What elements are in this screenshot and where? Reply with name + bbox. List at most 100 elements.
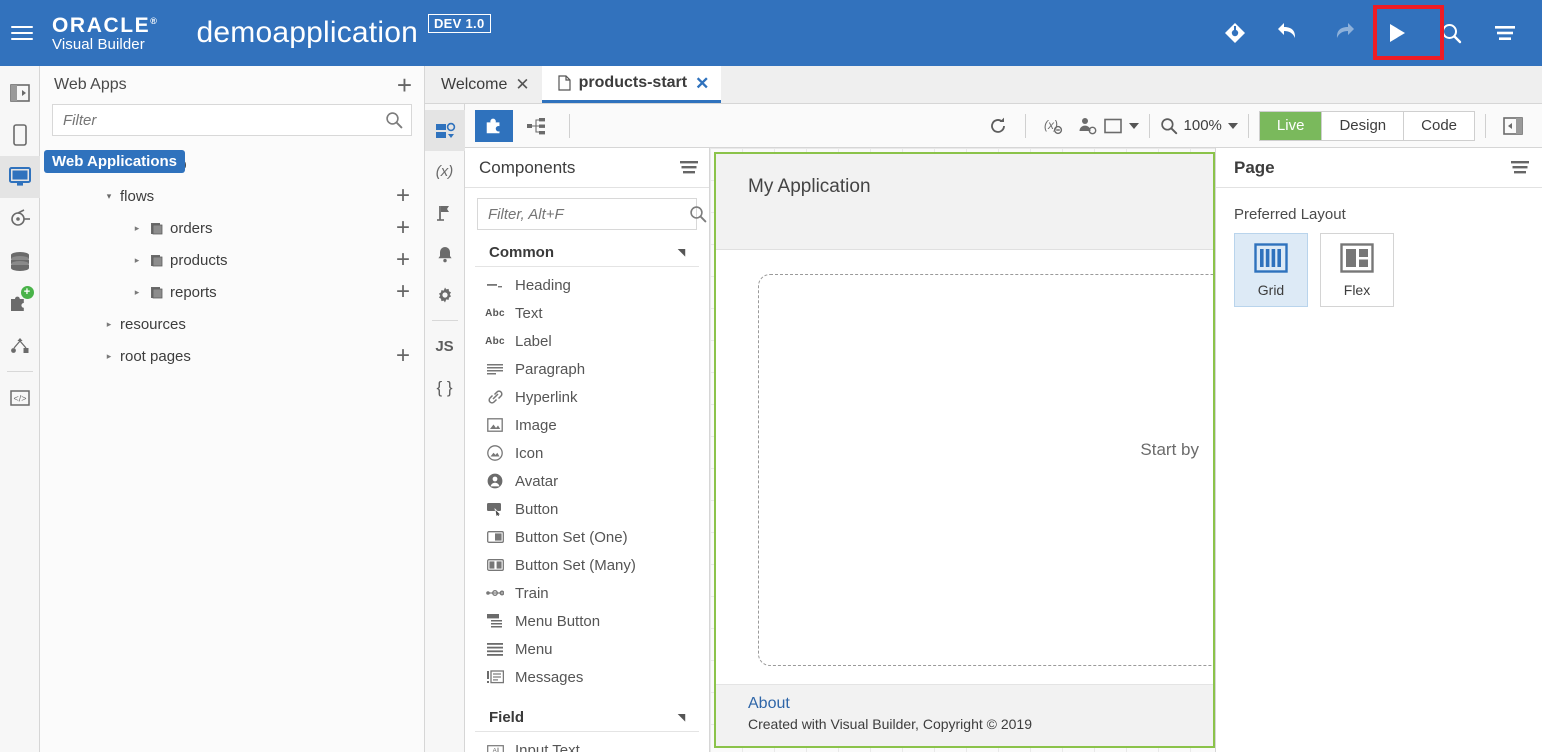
component-input-text[interactable]: A Input Text [465, 736, 709, 752]
toolbar-divider [1247, 113, 1249, 138]
filter-input[interactable] [63, 111, 385, 129]
twisty-open-icon[interactable]: ▾ [100, 191, 118, 202]
collapse-arrow-icon[interactable]: ◥ [678, 712, 685, 723]
menu-icon[interactable] [1482, 10, 1528, 56]
add-page-button[interactable]: + [396, 216, 410, 240]
structure-icon[interactable] [519, 111, 553, 141]
add-root-page-button[interactable]: + [396, 344, 410, 368]
tab-design[interactable]: Design [1322, 111, 1405, 140]
design-canvas[interactable]: My Application Start by About Created wi… [710, 148, 1215, 752]
component-image[interactable]: Image [465, 411, 709, 439]
page-designer-icon[interactable] [424, 110, 465, 151]
redo-icon[interactable] [1320, 10, 1366, 56]
component-menu-button[interactable]: Menu Button [465, 607, 709, 635]
add-page-button[interactable]: + [396, 280, 410, 304]
json-icon[interactable]: { } [425, 367, 465, 408]
component-icon[interactable]: Icon [465, 439, 709, 467]
refresh-icon[interactable] [981, 111, 1015, 141]
twisty-closed-icon[interactable]: ▸ [100, 351, 118, 362]
component-heading[interactable]: Heading [465, 271, 709, 299]
section-field[interactable]: Field ◥ [475, 701, 699, 732]
twisty-closed-icon[interactable]: ▸ [128, 287, 146, 298]
tab-live[interactable]: Live [1259, 111, 1323, 140]
source-view-icon[interactable]: </> [0, 377, 40, 419]
tab-products-start[interactable]: products-start ✕ [541, 66, 722, 103]
business-objects-icon[interactable] [0, 240, 40, 282]
menu-icon[interactable] [1510, 160, 1530, 176]
add-flow-button[interactable]: + [396, 184, 410, 208]
tree-item-flows[interactable]: ▾ flows + [40, 180, 424, 212]
menu-icon[interactable] [679, 160, 699, 176]
about-link[interactable]: About [748, 695, 1213, 713]
collapse-arrow-icon[interactable]: ◥ [678, 247, 685, 258]
javascript-icon[interactable]: JS [425, 326, 465, 367]
variables-icon[interactable]: (x) [425, 151, 465, 192]
close-icon[interactable]: ✕ [515, 76, 529, 93]
web-apps-icon[interactable] [0, 156, 40, 198]
close-icon[interactable]: ✕ [695, 75, 709, 92]
tab-welcome[interactable]: Welcome ✕ [425, 66, 542, 103]
component-train[interactable]: Train [465, 579, 709, 607]
collapse-panel-icon[interactable] [0, 72, 40, 114]
components-filter-input[interactable] [488, 205, 689, 223]
run-icon[interactable] [1374, 10, 1420, 56]
twisty-closed-icon[interactable]: ▸ [128, 223, 146, 234]
twisty-closed-icon[interactable]: ▸ [100, 319, 118, 330]
component-avatar[interactable]: Avatar [465, 467, 709, 495]
mobile-apps-icon[interactable] [0, 114, 40, 156]
tree-item-resources[interactable]: ▸ resources [40, 308, 424, 340]
component-paragraph[interactable]: Paragraph [465, 355, 709, 383]
service-connections-icon[interactable] [0, 198, 40, 240]
device-selector[interactable] [1103, 111, 1139, 141]
page-preview: My Application Start by About Created wi… [714, 152, 1215, 748]
zoom-control[interactable]: 100% [1160, 117, 1238, 135]
tree-item-products[interactable]: ▸ products + [40, 244, 424, 276]
component-button-set-one[interactable]: Button Set (One) [465, 523, 709, 551]
search-icon[interactable] [1428, 10, 1474, 56]
filter-box[interactable] [52, 104, 412, 136]
processes-icon[interactable] [0, 324, 40, 366]
components-list: Common ◥ Heading Abc Text Abc Label Para… [465, 236, 709, 752]
tree-item-orders[interactable]: ▸ orders + [40, 212, 424, 244]
components-icon[interactable]: + [0, 282, 40, 324]
tree-label: reports [170, 283, 217, 301]
events-icon[interactable] [425, 233, 465, 274]
design-view-icon[interactable] [475, 109, 513, 142]
collapse-right-panel-icon[interactable] [1496, 111, 1530, 141]
component-messages[interactable]: Messages [465, 663, 709, 691]
undo-icon[interactable] [1266, 10, 1312, 56]
component-button[interactable]: Button [465, 495, 709, 523]
preview-app-title: My Application [748, 176, 871, 197]
tree-item-root-pages[interactable]: ▸ root pages + [40, 340, 424, 372]
user-data-icon[interactable] [1070, 111, 1104, 141]
settings-icon[interactable] [425, 274, 465, 315]
component-drop-zone[interactable] [758, 274, 1213, 666]
twisty-closed-icon[interactable]: ▸ [128, 255, 146, 266]
layout-option-label: Grid [1257, 281, 1285, 298]
tab-code[interactable]: Code [1404, 111, 1474, 140]
layout-option-grid[interactable]: Grid [1234, 233, 1308, 307]
tree-item-reports[interactable]: ▸ reports + [40, 276, 424, 308]
json-glyph: { } [436, 377, 453, 397]
components-filter-box[interactable] [477, 198, 707, 230]
layout-option-flex[interactable]: Flex [1320, 233, 1394, 307]
chevron-down-icon [1128, 122, 1139, 129]
component-hyperlink[interactable]: Hyperlink [465, 383, 709, 411]
flags-icon[interactable] [425, 192, 465, 233]
oracle-logo: ORACLE® Visual Builder [52, 13, 159, 53]
component-menu[interactable]: Menu [465, 635, 709, 663]
hamburger-icon[interactable] [0, 26, 44, 40]
variables-badge-icon[interactable]: (x) [1036, 111, 1070, 141]
rail-divider [6, 371, 33, 372]
component-label: Paragraph [515, 360, 586, 378]
component-text[interactable]: Abc Text [465, 299, 709, 327]
add-web-app-button[interactable]: + [397, 72, 412, 98]
git-icon[interactable] [1212, 10, 1258, 56]
svg-text:A: A [492, 747, 497, 752]
components-title: Components [479, 157, 576, 177]
section-common[interactable]: Common ◥ [475, 236, 699, 267]
component-button-set-many[interactable]: Button Set (Many) [465, 551, 709, 579]
component-label-comp[interactable]: Abc Label [465, 327, 709, 355]
add-page-button[interactable]: + [396, 248, 410, 272]
component-label: Menu Button [515, 612, 601, 630]
